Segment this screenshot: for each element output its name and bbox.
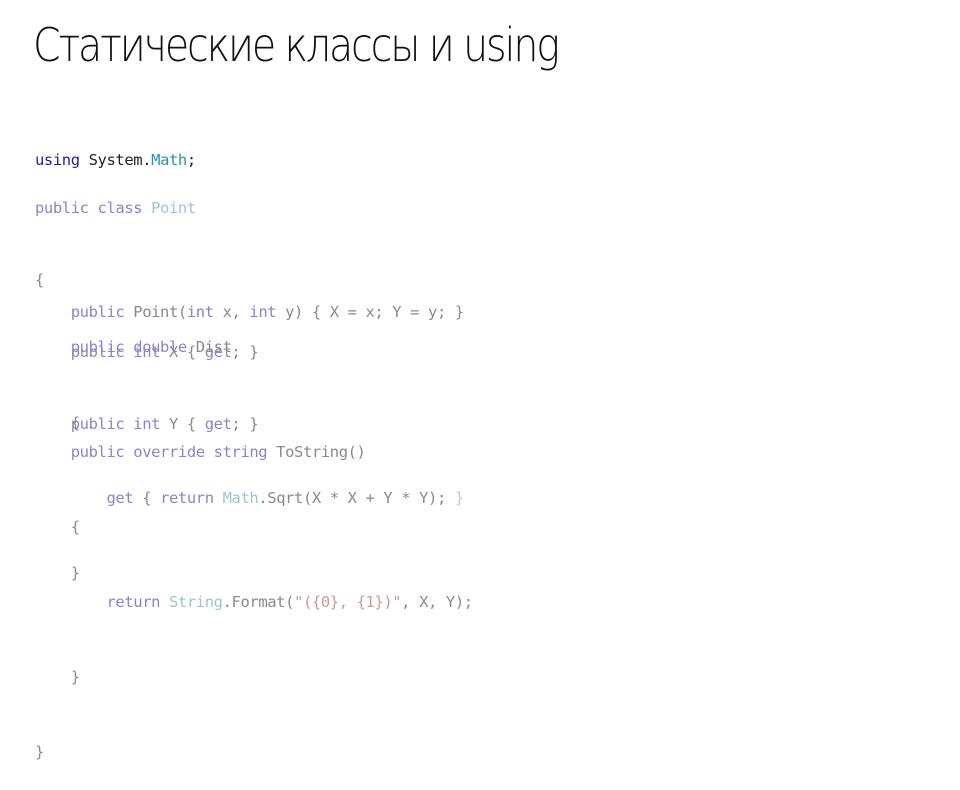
code-line-tostring-open: { (35, 518, 80, 536)
slide-title: Статические классы и using (33, 18, 560, 72)
code-line-tostring-decl: public override string ToString() (70, 443, 366, 461)
code-block-tostring: public override string ToString() { retu… (35, 390, 473, 790)
code-line-dist-decl: public double Dist (70, 338, 232, 356)
code-line-tostring-return: return String.Format("({0}, {1})", X, Y)… (106, 593, 473, 611)
code-line-class-decl: public class Point (35, 199, 196, 217)
code-line-class-close: } (35, 743, 44, 761)
code-line-tostring-close: } (35, 668, 80, 686)
